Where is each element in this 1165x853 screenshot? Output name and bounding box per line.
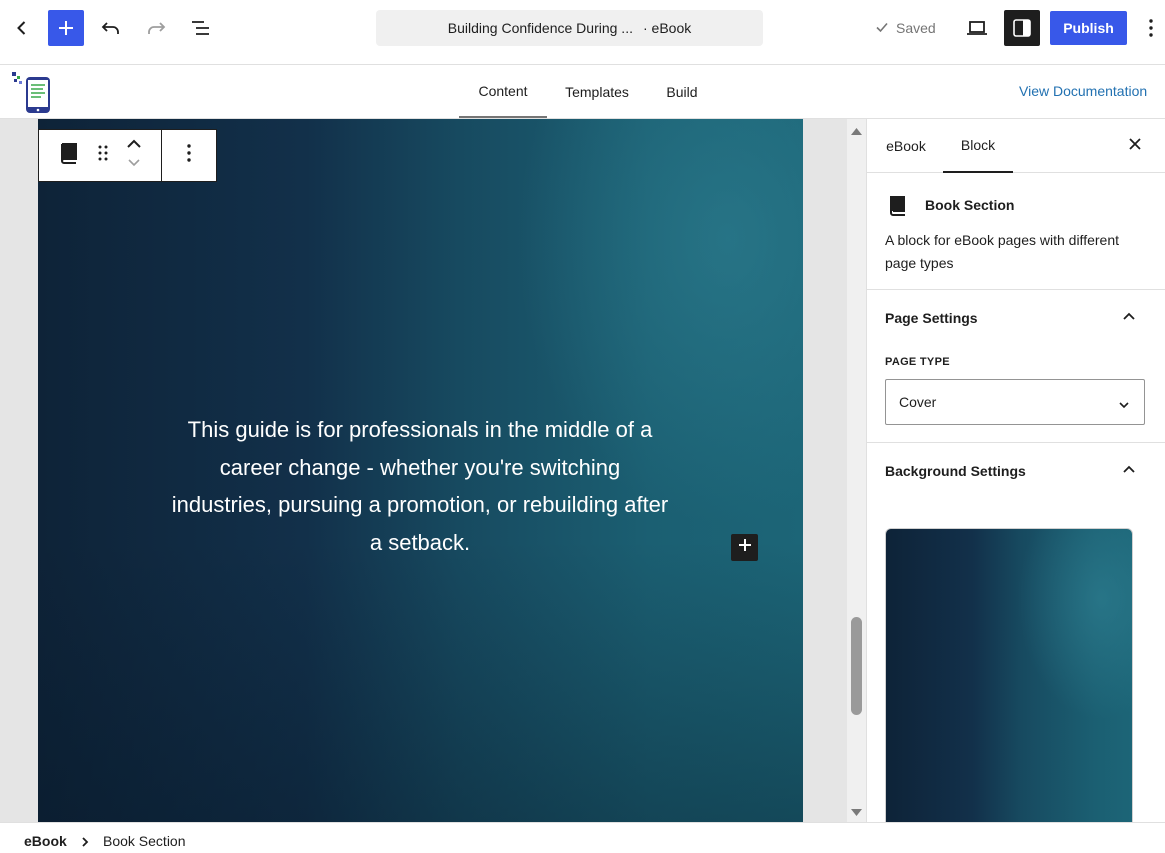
saved-indicator: Saved [874,18,936,38]
sidebar-toggle-icon [1011,17,1033,39]
page-settings-title: Page Settings [885,310,978,326]
sidebar-tabs: eBook Block [867,119,1165,173]
block-description: A block for eBook pages with different p… [885,232,1119,271]
laptop-icon [965,16,989,40]
page-settings-panel-toggle[interactable]: Page Settings [867,290,1165,348]
block-toolbar-main [39,130,163,181]
move-up-icon[interactable] [126,137,142,156]
settings-sidebar: eBook Block Book Section A block for eBo… [866,119,1165,822]
book-icon [887,193,909,222]
breadcrumb-current: Book Section [103,833,186,849]
add-block-button[interactable] [48,10,84,46]
block-toolbar [38,129,217,182]
block-type-button[interactable] [56,141,82,170]
drag-handle-button[interactable] [92,144,114,167]
undo-icon [99,16,123,40]
plus-icon [738,538,752,557]
page-type-label: PAGE TYPE [885,356,950,368]
chevron-right-icon [80,835,90,851]
breadcrumb-root[interactable]: eBook [24,833,67,849]
settings-toggle-button[interactable] [1004,10,1040,46]
background-image-preview[interactable] [885,528,1133,822]
cover-text[interactable]: This guide is for professionals in the m… [170,411,670,561]
undo-button[interactable] [93,10,129,46]
document-title-bar[interactable]: Building Confidence During ... · eBook [376,10,763,46]
redo-button[interactable] [138,10,174,46]
background-settings-title: Background Settings [885,463,1026,479]
chevron-down-icon [1118,397,1130,413]
vertical-ellipsis-icon [1148,18,1154,38]
sub-navigation: Content Templates Build View Documentati… [0,65,1165,119]
chevron-up-icon [1121,461,1137,482]
redo-icon [144,16,168,40]
back-chevron-icon [10,16,34,40]
page-type-value: Cover [899,394,937,410]
page-type-select[interactable]: Cover [885,379,1145,425]
scroll-up-icon[interactable] [850,123,863,141]
move-down-icon[interactable] [126,156,142,174]
tab-block[interactable]: Block [943,119,1013,173]
background-settings-panel-toggle[interactable]: Background Settings [867,443,1165,501]
options-icon [186,143,192,168]
view-documentation-link[interactable]: View Documentation [1019,83,1147,99]
chevron-up-icon [1121,308,1137,329]
list-view-button[interactable] [183,10,219,46]
close-sidebar-button[interactable] [1123,134,1147,158]
cover-block[interactable]: This guide is for professionals in the m… [38,119,803,822]
document-title: Building Confidence During ... [447,20,633,36]
tab-build[interactable]: Build [649,65,715,118]
preview-button[interactable] [959,10,995,46]
drag-handle-icon [97,144,109,167]
more-options-button[interactable] [1136,10,1165,46]
book-icon [58,141,80,170]
breadcrumb: eBook Book Section [0,822,1165,853]
block-inserter-button[interactable] [731,534,758,561]
ebook-logo-icon[interactable] [12,71,52,113]
check-icon [874,19,896,38]
list-view-icon [189,16,213,40]
tab-templates[interactable]: Templates [553,65,641,118]
editor-canvas: This guide is for professionals in the m… [0,119,866,822]
block-title: Book Section [925,197,1015,213]
tab-content[interactable]: Content [459,65,547,118]
scroll-down-icon[interactable] [850,805,863,822]
back-button[interactable] [4,10,40,46]
tab-ebook[interactable]: eBook [883,119,929,173]
block-options-button[interactable] [162,130,216,181]
scrollbar-thumb[interactable] [851,617,862,715]
top-toolbar: Building Confidence During ... · eBook S… [0,0,1165,65]
plus-icon [56,18,76,38]
block-card: Book Section A block for eBook pages wit… [867,173,1165,290]
close-icon [1128,137,1142,156]
editor-app: Building Confidence During ... · eBook S… [0,0,1165,853]
saved-label: Saved [896,20,936,36]
publish-button[interactable]: Publish [1050,11,1127,45]
move-controls [126,137,142,174]
document-type: · eBook [642,20,692,36]
canvas-scrollbar[interactable] [847,119,866,822]
